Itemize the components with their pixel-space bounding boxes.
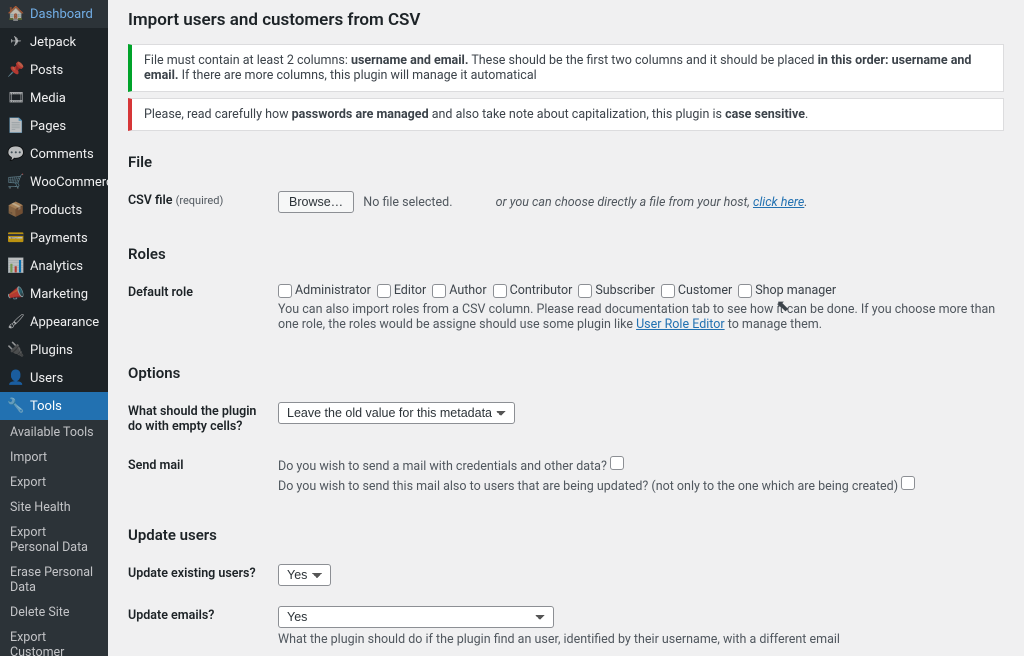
mail-q1-row: Do you wish to send a mail with credenti… — [278, 456, 1004, 474]
sidebar-item-marketing[interactable]: 📣 Marketing — [0, 280, 108, 308]
sidebar-item-dashboard[interactable]: 🏠 Dashboard — [0, 0, 108, 28]
sidebar-item-woocommerce[interactable]: 🛒 WooCommerce — [0, 168, 108, 196]
role-contributor-checkbox[interactable] — [493, 284, 507, 298]
default-role-label: Default role — [128, 273, 278, 342]
payment-icon: 💳 — [8, 230, 24, 246]
click-here-link[interactable]: click here — [753, 195, 804, 210]
product-icon: 📦 — [8, 202, 24, 218]
mail-q2-row: Do you wish to send this mail also to us… — [278, 476, 1004, 494]
sidebar-item-label: Users — [30, 371, 63, 386]
sidebar-item-label: Comments — [30, 147, 94, 162]
sidebar-item-users[interactable]: 👤 Users — [0, 364, 108, 392]
sidebar-item-label: Products — [30, 203, 82, 218]
page-icon: 📄 — [8, 118, 24, 134]
sidebar-item-comments[interactable]: 💬 Comments — [0, 140, 108, 168]
sidebar-item-label: Plugins — [30, 343, 73, 358]
sub-site-health[interactable]: Site Health — [0, 495, 108, 520]
update-emails-label: Update emails? — [128, 596, 278, 656]
update-emails-select[interactable]: Yes — [278, 606, 554, 628]
sidebar-item-label: Jetpack — [30, 35, 76, 50]
sidebar-item-label: Dashboard — [30, 7, 93, 22]
admin-sidebar: 🏠 Dashboard ✈ Jetpack 📌 Posts 🎞 Media 📄 Pages… — [0, 0, 108, 656]
sidebar-item-label: Posts — [30, 63, 63, 78]
section-update: Update users — [128, 526, 1004, 544]
update-existing-select[interactable]: Yes — [278, 564, 331, 586]
sidebar-item-label: Appearance — [30, 315, 99, 330]
notice-columns: File must contain at least 2 columns: us… — [128, 44, 1004, 92]
sidebar-item-plugins[interactable]: 🔌 Plugins — [0, 336, 108, 364]
send-mail-updated-checkbox[interactable] — [901, 476, 915, 490]
page-title: Import users and customers from CSV — [128, 10, 1004, 30]
dashboard-icon: 🏠 — [8, 6, 24, 22]
send-mail-checkbox[interactable] — [610, 456, 624, 470]
chart-icon: 📊 — [8, 258, 24, 274]
sidebar-item-payments[interactable]: 💳 Payments — [0, 224, 108, 252]
megaphone-icon: 📣 — [8, 286, 24, 302]
update-emails-help: What the plugin should do if the plugin … — [278, 632, 1004, 647]
sub-export[interactable]: Export — [0, 470, 108, 495]
sidebar-item-label: Tools — [30, 399, 62, 414]
no-file-text: No file selected. — [363, 195, 452, 210]
sidebar-item-label: Media — [30, 91, 66, 106]
role-editor-checkbox[interactable] — [377, 284, 391, 298]
sidebar-item-label: Payments — [30, 231, 88, 246]
sidebar-item-jetpack[interactable]: ✈ Jetpack — [0, 28, 108, 56]
sub-erase-personal[interactable]: Erase Personal Data — [0, 560, 108, 600]
section-file: File — [128, 153, 1004, 171]
sidebar-submenu: Available Tools Import Export Site Healt… — [0, 420, 108, 656]
sidebar-item-posts[interactable]: 📌 Posts — [0, 56, 108, 84]
role-subscriber-checkbox[interactable] — [578, 284, 592, 298]
section-roles: Roles — [128, 245, 1004, 263]
empty-cells-label: What should the plugin do with empty cel… — [128, 392, 278, 446]
sidebar-item-products[interactable]: 📦 Products — [0, 196, 108, 224]
sidebar-item-media[interactable]: 🎞 Media — [0, 84, 108, 112]
sidebar-item-label: Pages — [30, 119, 66, 134]
sub-delete-site[interactable]: Delete Site — [0, 600, 108, 625]
sub-import[interactable]: Import — [0, 445, 108, 470]
plugin-icon: 🔌 — [8, 342, 24, 358]
main-content: Import users and customers from CSV File… — [108, 0, 1024, 656]
csv-file-label: CSV file (required) — [128, 181, 278, 223]
role-shop-manager-checkbox[interactable] — [738, 284, 752, 298]
user-role-editor-link[interactable]: User Role Editor — [636, 317, 725, 332]
sidebar-item-label: Analytics — [30, 259, 83, 274]
role-help-text: You can also import roles from a CSV col… — [278, 302, 1004, 332]
notice-passwords: Please, read carefully how passwords are… — [128, 98, 1004, 131]
wrench-icon: 🔧 — [8, 398, 24, 414]
role-author-checkbox[interactable] — [432, 284, 446, 298]
media-icon: 🎞 — [8, 90, 24, 106]
browse-button[interactable]: Browse… — [278, 191, 354, 213]
sidebar-item-label: WooCommerce — [30, 175, 108, 190]
send-mail-label: Send mail — [128, 446, 278, 504]
cart-icon: 🛒 — [8, 174, 24, 190]
brush-icon: 🖌 — [8, 314, 24, 330]
sidebar-item-appearance[interactable]: 🖌 Appearance — [0, 308, 108, 336]
sidebar-item-analytics[interactable]: 📊 Analytics — [0, 252, 108, 280]
role-customer-checkbox[interactable] — [661, 284, 675, 298]
jetpack-icon: ✈ — [8, 34, 24, 50]
update-existing-label: Update existing users? — [128, 554, 278, 596]
comment-icon: 💬 — [8, 146, 24, 162]
user-icon: 👤 — [8, 370, 24, 386]
empty-cells-select[interactable]: Leave the old value for this metadata — [278, 402, 515, 424]
role-administrator-checkbox[interactable] — [278, 284, 292, 298]
pin-icon: 📌 — [8, 62, 24, 78]
file-host-hint: or you can choose directly a file from y… — [496, 195, 808, 210]
sidebar-item-pages[interactable]: 📄 Pages — [0, 112, 108, 140]
sub-available-tools[interactable]: Available Tools — [0, 420, 108, 445]
role-checkbox-row: Administrator Editor Author Contributor … — [278, 283, 1004, 298]
sidebar-item-label: Marketing — [30, 287, 88, 302]
sub-export-customer[interactable]: Export Customer — [0, 625, 108, 656]
sidebar-item-tools[interactable]: 🔧 Tools — [0, 392, 108, 420]
sub-export-personal[interactable]: Export Personal Data — [0, 520, 108, 560]
section-options: Options — [128, 364, 1004, 382]
